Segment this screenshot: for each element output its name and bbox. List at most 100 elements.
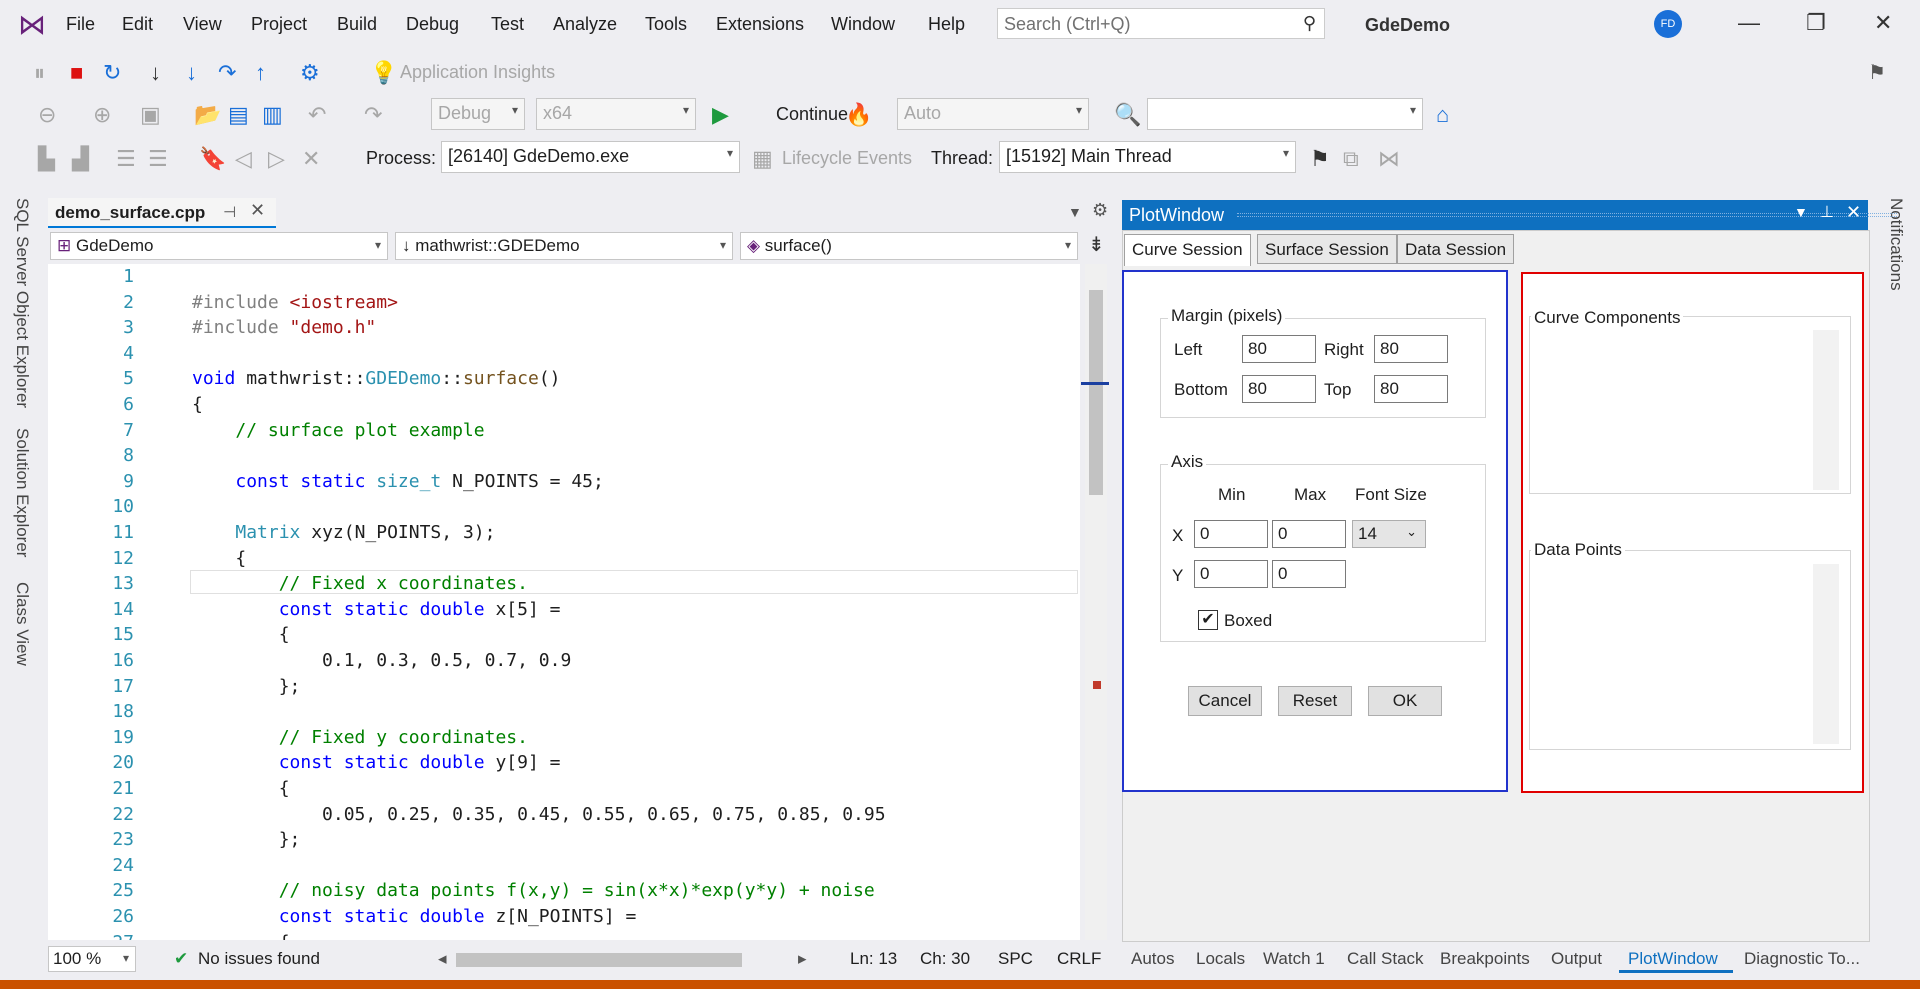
find-in-files-icon[interactable]: 🔍 <box>1114 102 1141 128</box>
settings-gear-icon[interactable]: ⚙ <box>1092 200 1108 221</box>
code-editor[interactable]: 1 2 #include <iostream> 3 #include "demo.h… <box>74 264 1080 940</box>
thread-select[interactable]: [15192] Main Thread ▾ <box>999 141 1296 173</box>
hot-reload-icon[interactable]: ⚙ <box>300 60 320 86</box>
pin-icon[interactable]: ⊣ <box>223 203 236 221</box>
boxed-checkbox[interactable]: ✔ <box>1198 610 1218 630</box>
restore-icon[interactable]: ❐ <box>1806 10 1826 36</box>
process-select[interactable]: [26140] GdeDemo.exe ▾ <box>441 141 740 173</box>
menu-debug[interactable]: Debug <box>406 14 459 35</box>
tab-data-session[interactable]: Data Session <box>1397 234 1515 264</box>
project-navigation-select[interactable]: ⊞ GdeDemo ▾ <box>50 232 388 260</box>
window-dropdown-icon[interactable]: ▼ <box>1794 204 1808 220</box>
navigate-forward-icon[interactable]: ⊕ <box>93 102 111 128</box>
menu-build[interactable]: Build <box>337 14 377 35</box>
split-editor-icon[interactable]: ⇟ <box>1088 232 1105 257</box>
menu-help[interactable]: Help <box>928 14 965 35</box>
class-view-tab[interactable]: Class View <box>12 582 32 666</box>
continue-play-icon[interactable]: ▶ <box>712 102 729 128</box>
horizontal-scrollbar-thumb[interactable] <box>456 953 742 967</box>
open-file-icon[interactable]: 📂 <box>194 102 221 128</box>
minimize-icon[interactable]: — <box>1738 10 1760 36</box>
next-bookmark-icon[interactable]: ▷ <box>268 146 285 172</box>
bottom-margin-input[interactable]: 80 <box>1242 375 1316 403</box>
flag-thread-icon[interactable]: ⚑ <box>1310 146 1330 172</box>
reset-button[interactable]: Reset <box>1278 686 1352 716</box>
y-min-input[interactable]: 0 <box>1194 560 1268 588</box>
editor-scrollbar-thumb[interactable] <box>1089 290 1103 495</box>
config-select[interactable]: Debug ▾ <box>431 98 525 130</box>
new-project-icon[interactable]: ▣ <box>140 102 161 128</box>
restart-icon[interactable]: ↻ <box>103 60 121 86</box>
close-icon[interactable]: ✕ <box>1874 10 1892 36</box>
tab-diagnostic-tools[interactable]: Diagnostic To... <box>1744 949 1860 969</box>
editor-tab-demo-surface[interactable]: demo_surface.cpp ⊣ ✕ <box>48 198 276 228</box>
uncomment-icon[interactable]: ▟ <box>72 146 89 172</box>
menu-edit[interactable]: Edit <box>122 14 153 35</box>
stop-icon[interactable]: ■ <box>70 60 83 86</box>
data-points-list[interactable] <box>1813 564 1839 744</box>
tab-surface-session[interactable]: Surface Session <box>1257 234 1397 264</box>
solution-explorer-icon[interactable]: ⌂ <box>1436 102 1449 128</box>
pause-icon[interactable]: ⏸ <box>34 60 45 86</box>
menu-view[interactable]: View <box>183 14 222 35</box>
stack-frame-icon[interactable]: ⧉ <box>1343 146 1359 172</box>
navigate-back-icon[interactable]: ⊖ <box>38 102 56 128</box>
top-margin-input[interactable]: 80 <box>1374 375 1448 403</box>
right-margin-input[interactable]: 80 <box>1374 335 1448 363</box>
menu-window[interactable]: Window <box>831 14 895 35</box>
issues-status[interactable]: No issues found <box>198 949 320 969</box>
font-size-select[interactable]: 14 ⌄ <box>1352 520 1426 548</box>
notifications-tab[interactable]: Notifications <box>1886 198 1906 291</box>
prev-bookmark-icon[interactable]: ◁ <box>235 146 252 172</box>
pin-window-icon[interactable]: ⊥ <box>1820 202 1834 222</box>
outdent-icon[interactable]: ☰ <box>116 146 136 172</box>
zoom-select[interactable]: 100 % ▾ <box>48 946 136 972</box>
hot-reload-flame-icon[interactable]: 🔥 <box>845 102 872 128</box>
avatar[interactable]: FD <box>1654 10 1682 38</box>
indent-icon[interactable]: ☰ <box>148 146 168 172</box>
close-window-icon[interactable]: ✕ <box>1846 202 1861 223</box>
step-over-icon[interactable]: ↷ <box>218 60 236 86</box>
lifecycle-events-button[interactable]: Lifecycle Events <box>782 148 912 169</box>
menu-file[interactable]: File <box>66 14 95 35</box>
left-margin-input[interactable]: 80 <box>1242 335 1316 363</box>
tab-curve-session[interactable]: Curve Session <box>1124 234 1251 266</box>
tab-call-stack[interactable]: Call Stack <box>1347 949 1424 969</box>
tab-plotwindow[interactable]: PlotWindow <box>1628 949 1718 969</box>
close-tab-icon[interactable]: ✕ <box>250 200 265 221</box>
continue-button[interactable]: Continue <box>776 104 848 125</box>
tab-locals[interactable]: Locals <box>1196 949 1245 969</box>
platform-select[interactable]: x64 ▾ <box>536 98 696 130</box>
redo-icon[interactable]: ↷ <box>364 102 382 128</box>
tab-autos[interactable]: Autos <box>1131 949 1174 969</box>
step-into-icon[interactable]: ↓ <box>186 60 197 86</box>
ok-button[interactable]: OK <box>1368 686 1442 716</box>
menu-project[interactable]: Project <box>251 14 307 35</box>
menu-tools[interactable]: Tools <box>645 14 687 35</box>
save-icon[interactable]: ▤ <box>228 102 249 128</box>
tab-breakpoints[interactable]: Breakpoints <box>1440 949 1530 969</box>
menu-test[interactable]: Test <box>491 14 524 35</box>
tab-dropdown-icon[interactable]: ▼ <box>1068 204 1082 220</box>
save-all-icon[interactable]: ▥ <box>262 102 283 128</box>
search-input[interactable]: Search (Ctrl+Q) ⚲ <box>997 8 1325 39</box>
cancel-button[interactable]: Cancel <box>1188 686 1262 716</box>
menu-analyze[interactable]: Analyze <box>553 14 617 35</box>
scope-navigation-select[interactable]: ↓ mathwrist::GDEDemo ▾ <box>395 232 733 260</box>
scroll-right-icon[interactable]: ▸ <box>798 949 807 969</box>
solution-explorer-tab[interactable]: Solution Explorer <box>12 428 32 557</box>
tab-output[interactable]: Output <box>1551 949 1602 969</box>
show-next-statement-icon[interactable]: ↓ <box>150 60 161 86</box>
curve-components-list[interactable] <box>1813 330 1839 490</box>
auto-select[interactable]: Auto ▾ <box>897 98 1089 130</box>
x-min-input[interactable]: 0 <box>1194 520 1268 548</box>
tab-watch-1[interactable]: Watch 1 <box>1263 949 1325 969</box>
undo-icon[interactable]: ↶ <box>308 102 326 128</box>
comment-icon[interactable]: ▙ <box>38 146 55 172</box>
y-max-input[interactable]: 0 <box>1272 560 1346 588</box>
scroll-left-icon[interactable]: ◂ <box>438 949 447 969</box>
step-out-icon[interactable]: ↑ <box>255 60 266 86</box>
sql-server-object-explorer-tab[interactable]: SQL Server Object Explorer <box>12 198 32 408</box>
clear-bookmarks-icon[interactable]: ✕ <box>302 146 320 172</box>
split-icon[interactable]: ⋈ <box>1378 146 1400 172</box>
